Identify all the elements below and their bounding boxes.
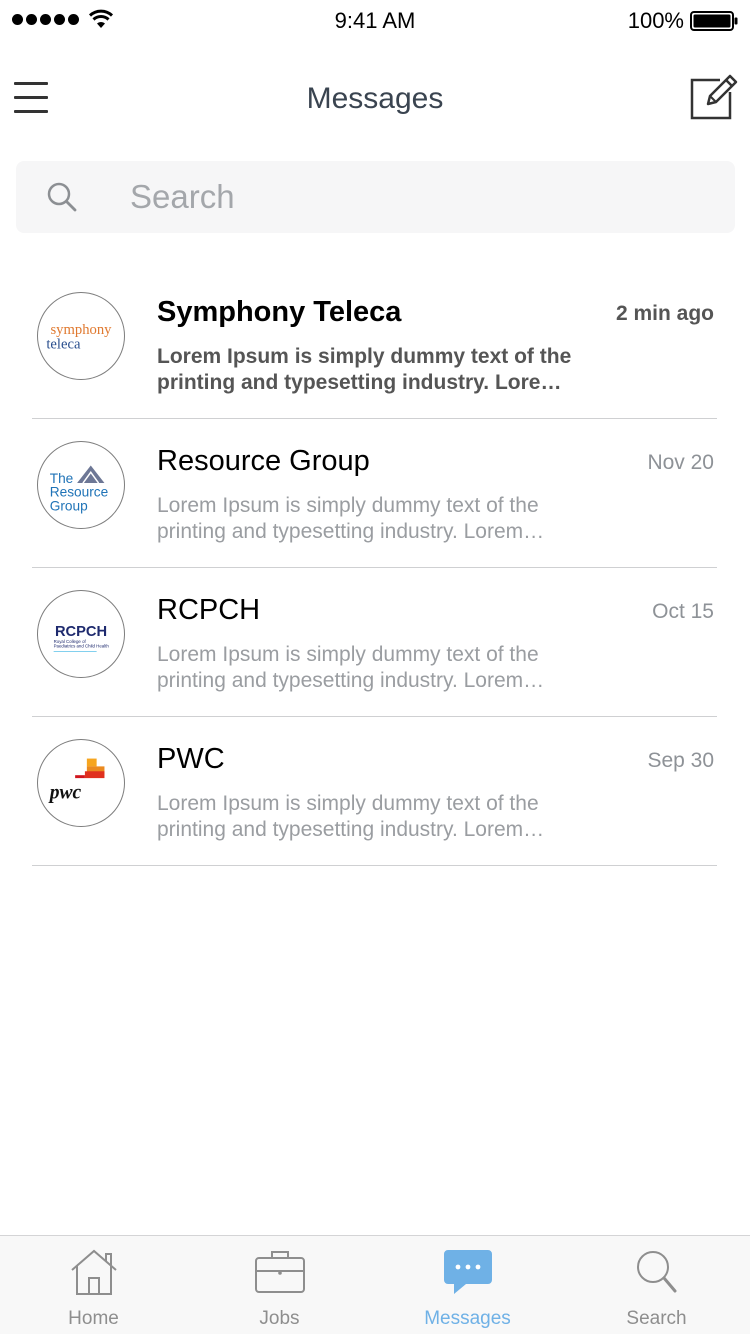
- logo-text: RCPCH: [55, 624, 107, 640]
- message-preview: Lorem Ipsum is simply dummy text of the …: [157, 792, 539, 841]
- sender-name: PWC: [157, 743, 225, 775]
- compose-icon[interactable]: [690, 70, 738, 120]
- search-bar[interactable]: [16, 161, 735, 233]
- tab-jobs[interactable]: Jobs: [186, 1236, 373, 1334]
- search-icon: [47, 182, 77, 212]
- pwc-logo: pwc: [48, 758, 105, 804]
- sender-name: Symphony Teleca: [157, 296, 402, 328]
- message-preview: Lorem Ipsum is simply dummy text of the …: [157, 643, 539, 692]
- logo-text: Paediatrics and Child Health: [54, 644, 110, 649]
- sender-name: RCPCH: [157, 594, 261, 626]
- tab-search[interactable]: Search: [563, 1236, 750, 1334]
- message-time: Sep 30: [647, 749, 714, 772]
- message-row-resource-group[interactable]: The Resource Group Resource Group Nov 20…: [32, 419, 717, 568]
- navigation-bar: Messages: [0, 60, 750, 140]
- message-time: Nov 20: [647, 451, 714, 474]
- message-time: 2 min ago: [615, 302, 714, 325]
- sender-name: Resource Group: [157, 445, 370, 477]
- page-title: Messages: [306, 82, 444, 115]
- symphony-teleca-logo: symphony teleca: [46, 322, 112, 353]
- search-icon: [636, 1251, 676, 1293]
- rcpch-logo: RCPCH Royal College of Paediatrics and C…: [53, 624, 110, 652]
- home-icon: [70, 1249, 117, 1295]
- tab-bar: Home Jobs Messages Search: [0, 1235, 750, 1334]
- search-input[interactable]: [130, 175, 710, 219]
- message-row-symphony-teleca[interactable]: symphony teleca Symphony Teleca 2 min ag…: [32, 270, 717, 419]
- battery-percentage: 100%: [627, 8, 684, 33]
- logo-text: symphony: [50, 322, 112, 338]
- message-preview: Lorem Ipsum is simply dummy text of the …: [157, 345, 572, 394]
- avatar-pwc: pwc: [37, 739, 125, 827]
- avatar-rcpch: RCPCH Royal College of Paediatrics and C…: [37, 590, 125, 678]
- message-row-rcpch[interactable]: RCPCH Royal College of Paediatrics and C…: [32, 568, 717, 717]
- resource-group-logo: The Resource Group: [50, 465, 108, 513]
- tab-label: Home: [68, 1308, 119, 1329]
- logo-text: Group: [50, 498, 88, 513]
- message-row-pwc[interactable]: pwc PWC Sep 30 Lorem Ipsum is simply dum…: [32, 717, 717, 866]
- message-time: Oct 15: [652, 600, 714, 623]
- message-list: symphony teleca Symphony Teleca 2 min ag…: [0, 270, 750, 866]
- chat-bubble-icon: [443, 1250, 492, 1294]
- logo-text: pwc: [48, 783, 82, 804]
- briefcase-icon: [254, 1251, 305, 1293]
- message-preview: Lorem Ipsum is simply dummy text of the …: [157, 494, 539, 543]
- tab-home[interactable]: Home: [0, 1236, 187, 1334]
- status-bar: 9:41 AM 100%: [0, 0, 750, 40]
- logo-text: teleca: [46, 337, 81, 353]
- tab-label: Jobs: [259, 1308, 300, 1329]
- avatar-resource-group: The Resource Group: [37, 441, 125, 529]
- tab-label: Messages: [424, 1308, 511, 1329]
- messages-screen: 9:41 AM 100% Messages Search symphony te…: [0, 0, 750, 1334]
- tab-label: Search: [626, 1308, 687, 1329]
- tab-messages[interactable]: Messages: [374, 1236, 561, 1334]
- avatar-symphony-teleca: symphony teleca: [37, 292, 125, 380]
- battery-icon: [690, 11, 738, 31]
